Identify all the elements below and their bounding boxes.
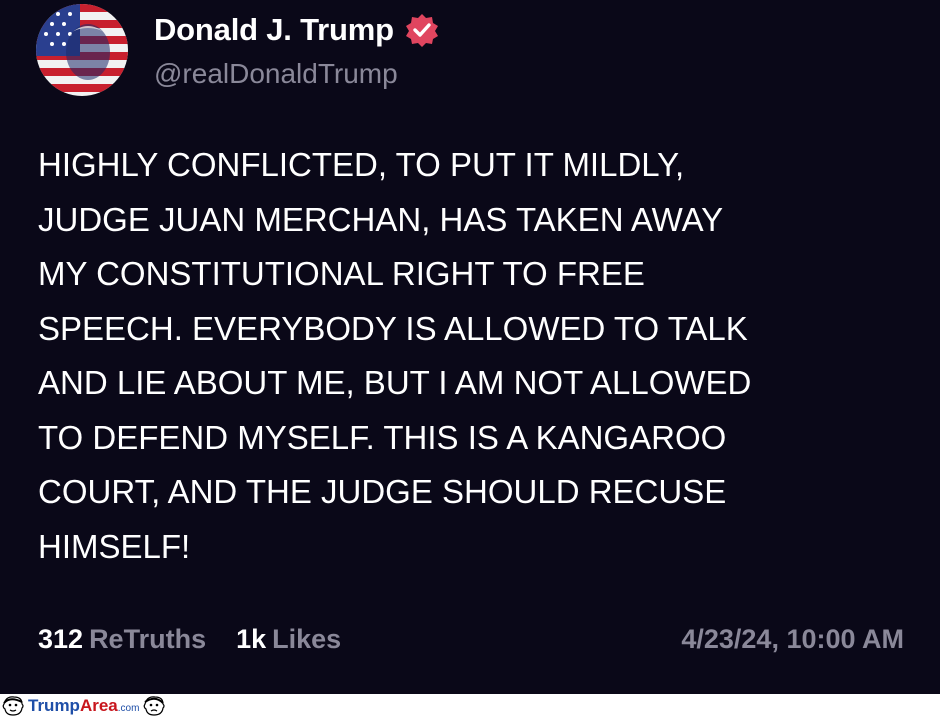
retruths-count[interactable]: 312 [38, 624, 83, 655]
likes-count[interactable]: 1k [236, 624, 266, 655]
watermark-text: TrumpArea.com [28, 696, 139, 716]
display-name[interactable]: Donald J. Trump [154, 12, 394, 48]
retruths-label[interactable]: ReTruths [89, 624, 206, 655]
watermark-brand-com: .com [117, 703, 140, 714]
engagement-stats: 312 ReTruths 1k Likes [38, 624, 341, 655]
watermark-bar: TrumpArea.com [0, 694, 940, 718]
caricature-face-icon [2, 696, 24, 716]
watermark-brand-trump: Trump [28, 696, 80, 715]
caricature-face-icon-right [144, 696, 166, 716]
likes-label[interactable]: Likes [272, 624, 341, 655]
verified-badge-icon [405, 14, 438, 47]
handle[interactable]: @realDonaldTrump [154, 58, 398, 90]
avatar[interactable] [36, 4, 128, 96]
watermark-logo: TrumpArea.com [0, 694, 167, 718]
author-row: Donald J. Trump [154, 10, 440, 50]
flag-portrait-avatar-icon [36, 4, 128, 96]
post-card: Donald J. Trump @realDonaldTrump HIGHLY … [0, 0, 940, 694]
post-timestamp[interactable]: 4/23/24, 10:00 AM [681, 624, 904, 655]
post-body: HIGHLY CONFLICTED, TO PUT IT MILDLY, JUD… [38, 146, 752, 565]
watermark-brand-area: Area [79, 696, 118, 715]
